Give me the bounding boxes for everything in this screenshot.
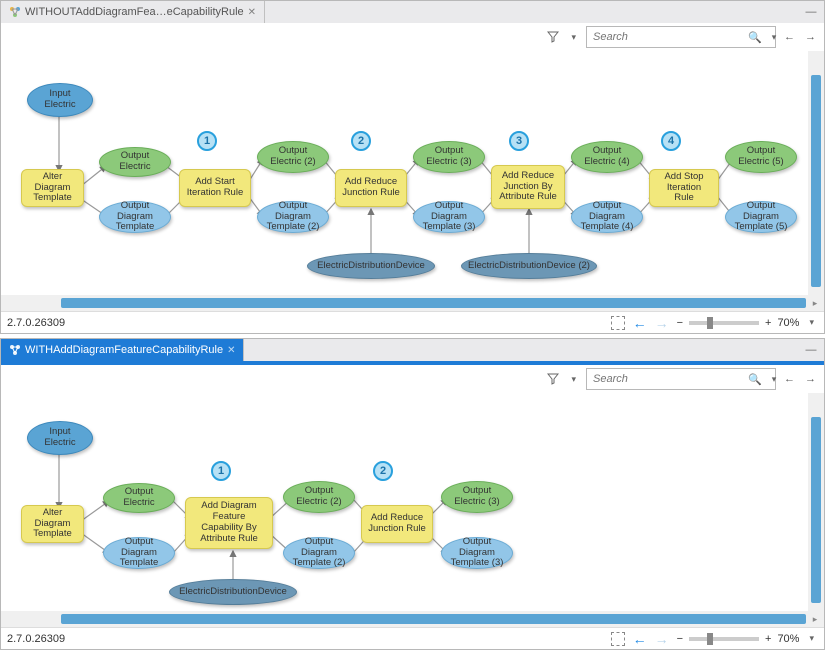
zoom-dropdown[interactable]: ▾: [805, 633, 818, 644]
h-scrollbar[interactable]: ▸: [1, 611, 824, 627]
toolbar: ▾ 🔍 ▾ ← →: [1, 23, 824, 51]
panel-without: WITHOUTAddDiagramFea…eCapabilityRule ✕ —…: [0, 0, 825, 334]
node-input-electric[interactable]: Input Electric: [27, 83, 93, 117]
node-add-reduce[interactable]: Add Reduce Junction Rule: [361, 505, 433, 543]
node-add-attr[interactable]: Add Reduce Junction By Attribute Rule: [491, 165, 565, 209]
search-icon[interactable]: 🔍: [742, 373, 768, 386]
node-od3[interactable]: Output Diagram Template (3): [413, 201, 485, 233]
minimize-button[interactable]: —: [802, 339, 820, 361]
extent-icon[interactable]: [611, 632, 625, 646]
diagram-canvas[interactable]: Input Electric Alter Diagram Template Ou…: [1, 393, 824, 611]
close-icon[interactable]: ✕: [248, 7, 256, 18]
node-od3[interactable]: Output Diagram Template (3): [441, 537, 513, 569]
zoom-label: 70%: [777, 633, 799, 645]
badge-4: 4: [661, 131, 681, 151]
filter-dropdown[interactable]: ▾: [567, 374, 580, 385]
node-add-stop[interactable]: Add Stop Iteration Rule: [649, 169, 719, 207]
node-output-electric[interactable]: Output Electric: [103, 483, 175, 513]
tab-without[interactable]: WITHOUTAddDiagramFea…eCapabilityRule ✕: [1, 1, 265, 23]
zoom-control: − + 70% ▾: [677, 317, 818, 329]
prev-extent-icon[interactable]: ←: [633, 315, 647, 331]
minimize-button[interactable]: —: [802, 1, 820, 23]
search-input[interactable]: [587, 31, 742, 43]
badge-2: 2: [373, 461, 393, 481]
search-box: 🔍 ▾: [586, 26, 776, 48]
badge-1: 1: [197, 131, 217, 151]
extent-icon[interactable]: [611, 316, 625, 330]
search-dropdown[interactable]: ▾: [768, 32, 781, 43]
filter-icon[interactable]: [545, 373, 561, 385]
zoom-out-icon[interactable]: −: [677, 317, 683, 329]
search-input[interactable]: [587, 373, 742, 385]
nav-back-icon[interactable]: ←: [782, 31, 797, 43]
next-extent-icon[interactable]: →: [655, 631, 669, 647]
model-icon: [9, 6, 21, 18]
node-output-diagram[interactable]: Output Diagram Template: [99, 201, 171, 233]
zoom-slider[interactable]: [689, 321, 759, 325]
node-add-capability[interactable]: Add Diagram Feature Capability By Attrib…: [185, 497, 273, 549]
search-icon[interactable]: 🔍: [742, 31, 768, 44]
prev-extent-icon[interactable]: ←: [633, 631, 647, 647]
tab-label: WITHOUTAddDiagramFea…eCapabilityRule: [25, 6, 244, 18]
node-od4[interactable]: Output Diagram Template (4): [571, 201, 643, 233]
model-icon: [9, 344, 21, 356]
node-oe4[interactable]: Output Electric (4): [571, 141, 643, 173]
filter-dropdown[interactable]: ▾: [567, 32, 580, 43]
zoom-in-icon[interactable]: +: [765, 633, 771, 645]
zoom-control: − + 70% ▾: [677, 633, 818, 645]
badge-3: 3: [509, 131, 529, 151]
tab-with[interactable]: WITHAddDiagramFeatureCapabilityRule ✕: [1, 339, 244, 361]
nav-fwd-icon[interactable]: →: [803, 373, 818, 385]
node-output-diagram[interactable]: Output Diagram Template: [103, 537, 175, 569]
node-alter-template[interactable]: Alter Diagram Template: [21, 169, 84, 207]
h-scrollbar[interactable]: ▸: [1, 295, 824, 311]
badge-2: 2: [351, 131, 371, 151]
node-oe5[interactable]: Output Electric (5): [725, 141, 797, 173]
zoom-out-icon[interactable]: −: [677, 633, 683, 645]
v-scrollbar[interactable]: [808, 393, 824, 611]
node-od2[interactable]: Output Diagram Template (2): [283, 537, 355, 569]
canvas-wrapper: Input Electric Alter Diagram Template Ou…: [1, 393, 824, 627]
v-scrollbar[interactable]: [808, 51, 824, 295]
node-oe3[interactable]: Output Electric (3): [413, 141, 485, 173]
node-edd[interactable]: ElectricDistributionDevice: [307, 253, 435, 279]
node-edd2[interactable]: ElectricDistributionDevice (2): [461, 253, 597, 279]
zoom-slider[interactable]: [689, 637, 759, 641]
nav-fwd-icon[interactable]: →: [803, 31, 818, 43]
zoom-in-icon[interactable]: +: [765, 317, 771, 329]
tab-label: WITHAddDiagramFeatureCapabilityRule: [25, 344, 223, 356]
close-icon[interactable]: ✕: [227, 345, 235, 356]
tabbar: WITHAddDiagramFeatureCapabilityRule ✕ —: [1, 339, 824, 361]
search-dropdown[interactable]: ▾: [768, 374, 781, 385]
node-od5[interactable]: Output Diagram Template (5): [725, 201, 797, 233]
node-alter-template[interactable]: Alter Diagram Template: [21, 505, 84, 543]
badge-1: 1: [211, 461, 231, 481]
node-oe3[interactable]: Output Electric (3): [441, 481, 513, 513]
zoom-label: 70%: [777, 317, 799, 329]
search-box: 🔍 ▾: [586, 368, 776, 390]
nav-back-icon[interactable]: ←: [782, 373, 797, 385]
toolbar: ▾ 🔍 ▾ ← →: [1, 365, 824, 393]
node-add-start[interactable]: Add Start Iteration Rule: [179, 169, 251, 207]
node-input-electric[interactable]: Input Electric: [27, 421, 93, 455]
version-label: 2.7.0.26309: [7, 633, 65, 645]
node-oe2[interactable]: Output Electric (2): [257, 141, 329, 173]
zoom-dropdown[interactable]: ▾: [805, 317, 818, 328]
filter-icon[interactable]: [545, 31, 561, 43]
node-output-electric[interactable]: Output Electric: [99, 147, 171, 177]
node-add-reduce[interactable]: Add Reduce Junction Rule: [335, 169, 407, 207]
tabbar: WITHOUTAddDiagramFea…eCapabilityRule ✕ —: [1, 1, 824, 23]
status-bar: 2.7.0.26309 ← → − + 70% ▾: [1, 311, 824, 333]
canvas-wrapper: Input Electric Alter Diagram Template Ou…: [1, 51, 824, 311]
diagram-canvas[interactable]: Input Electric Alter Diagram Template Ou…: [1, 51, 824, 295]
version-label: 2.7.0.26309: [7, 317, 65, 329]
panel-with: WITHAddDiagramFeatureCapabilityRule ✕ — …: [0, 338, 825, 650]
status-bar: 2.7.0.26309 ← → − + 70% ▾: [1, 627, 824, 649]
node-edd[interactable]: ElectricDistributionDevice: [169, 579, 297, 605]
next-extent-icon[interactable]: →: [655, 315, 669, 331]
node-od2[interactable]: Output Diagram Template (2): [257, 201, 329, 233]
node-oe2[interactable]: Output Electric (2): [283, 481, 355, 513]
